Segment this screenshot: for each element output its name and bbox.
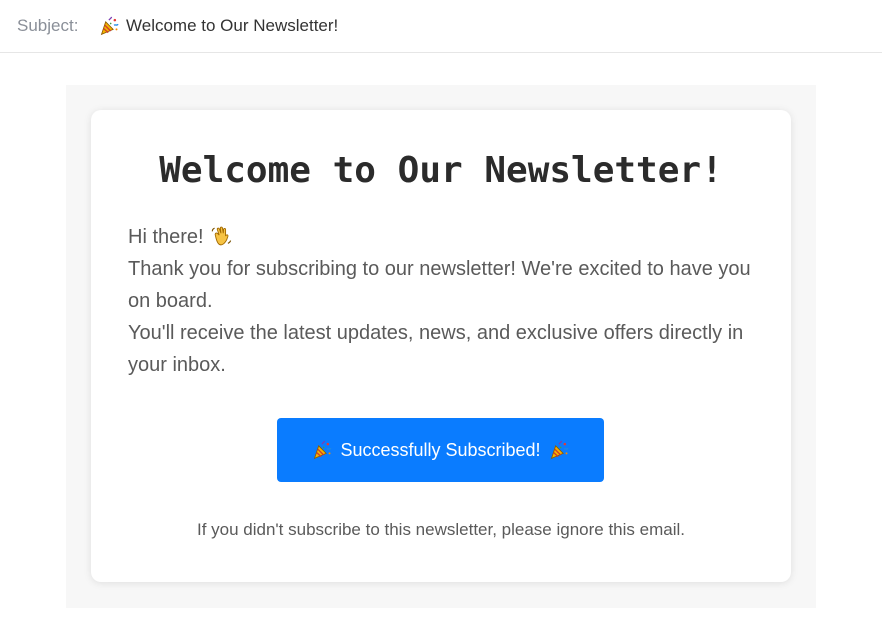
greeting-text: Hi there! bbox=[128, 226, 204, 248]
subscribed-button-label: Successfully Subscribed! bbox=[340, 439, 541, 460]
email-card: Welcome to Our Newsletter! Hi there! Tha… bbox=[91, 110, 791, 582]
subject-bar: Subject: Welcome to Our Newsletter! bbox=[0, 0, 882, 53]
greeting-line: Hi there! bbox=[128, 221, 758, 253]
party-popper-icon bbox=[549, 440, 569, 460]
party-popper-icon bbox=[312, 440, 332, 460]
email-message: Hi there! Thank you for subscribing to o… bbox=[128, 221, 758, 381]
email-title: Welcome to Our Newsletter! bbox=[159, 150, 723, 191]
subject-text: Welcome to Our Newsletter! bbox=[126, 16, 339, 35]
waving-hand-icon bbox=[210, 225, 232, 247]
email-body: Welcome to Our Newsletter! Hi there! Tha… bbox=[66, 85, 816, 608]
message-paragraph-2: You'll receive the latest updates, news,… bbox=[128, 322, 744, 376]
party-popper-icon bbox=[99, 16, 119, 36]
subject-label: Subject: bbox=[17, 16, 79, 35]
footer-note: If you didn't subscribe to this newslett… bbox=[196, 520, 685, 539]
message-paragraph-1: Thank you for subscribing to our newslet… bbox=[128, 258, 751, 312]
subscribed-button[interactable]: Successfully Subscribed! bbox=[277, 418, 604, 482]
